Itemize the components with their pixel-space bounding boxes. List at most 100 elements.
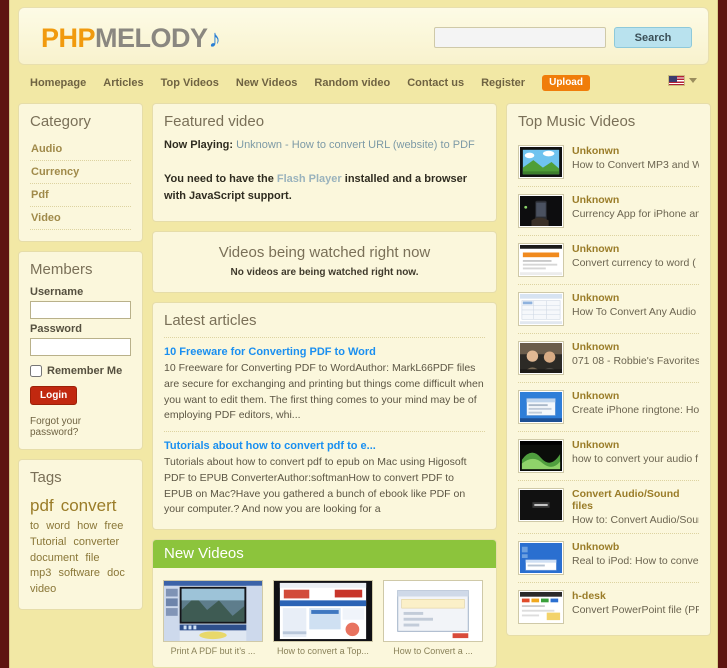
search-input[interactable] (434, 27, 606, 48)
sidebar-item-video[interactable]: Video (30, 207, 131, 229)
video-uploader-link[interactable]: Convert Audio/Sound files (572, 488, 699, 512)
video-thumbnail[interactable] (518, 590, 564, 624)
list-item[interactable]: Unknown 071 08 - Robbie's Favorites... (518, 334, 699, 383)
list-item[interactable]: Audio (30, 138, 131, 161)
list-item[interactable]: Unknowb Real to iPod: How to conver... (518, 534, 699, 583)
now-playing-row: Now Playing: Unknown - How to convert UR… (164, 138, 485, 154)
video-title-link[interactable]: 071 08 - Robbie's Favorites... (572, 355, 699, 367)
sidebar-item-currency[interactable]: Currency (30, 161, 131, 183)
tag-converter[interactable]: converter (73, 536, 119, 548)
video-title-link[interactable]: Convert currency to word ( ... (572, 257, 699, 269)
nav-item-contact-us[interactable]: Contact us (407, 77, 464, 89)
video-uploader-link[interactable]: Unknown (572, 439, 699, 451)
now-playing-video-link[interactable]: Unknown - How to convert URL (website) t… (236, 139, 475, 151)
video-card[interactable]: Print A PDF but it’s ... (163, 580, 263, 657)
video-uploader-link[interactable]: Unknown (572, 390, 699, 402)
video-uploader-link[interactable]: Unknown (572, 194, 699, 206)
video-uploader-link[interactable]: Unknown (572, 243, 699, 255)
nav-item-homepage[interactable]: Homepage (30, 77, 86, 89)
tag-free[interactable]: free (104, 520, 123, 532)
sidebar-item-pdf[interactable]: Pdf (30, 184, 131, 206)
video-thumbnail[interactable] (518, 390, 564, 424)
login-button[interactable]: Login (30, 386, 78, 405)
tag-mp3[interactable]: mp3 (30, 567, 51, 579)
video-meta: h-desk Convert PowerPoint file (PP (572, 590, 699, 616)
video-caption[interactable]: How to Convert a ... (383, 646, 483, 657)
sidebar-item-audio[interactable]: Audio (30, 138, 131, 160)
video-title-link[interactable]: How to: Convert Audio/Sound... (572, 514, 699, 526)
nav-item-articles[interactable]: Articles (103, 77, 143, 89)
tag-file[interactable]: file (85, 552, 99, 564)
nav-item-top-videos[interactable]: Top Videos (161, 77, 219, 89)
tag-how[interactable]: how (77, 520, 97, 532)
video-title-link[interactable]: How to Convert MP3 and WAV ... (572, 159, 699, 171)
tag-tutorial[interactable]: Tutorial (30, 536, 66, 548)
list-item[interactable]: Convert Audio/Sound files How to: Conver… (518, 481, 699, 534)
tag-software[interactable]: software (58, 567, 100, 579)
site-logo[interactable]: PHPMELODY♪ (41, 25, 221, 52)
list-item[interactable]: Unknown Currency App for iPhone and... (518, 187, 699, 236)
main-content: Featured video Now Playing: Unknown - Ho… (152, 103, 497, 668)
video-thumbnail[interactable] (518, 243, 564, 277)
remember-me-checkbox[interactable] (30, 365, 42, 377)
list-item[interactable]: h-desk Convert PowerPoint file (PP (518, 583, 699, 631)
video-thumbnail[interactable] (163, 580, 263, 643)
video-card[interactable]: How to Convert a ... (383, 580, 483, 657)
search-button[interactable]: Search (614, 27, 692, 48)
video-caption[interactable]: How to convert a Top... (273, 646, 373, 657)
list-item[interactable]: Unknown Convert currency to word ( ... (518, 236, 699, 285)
nav-item-register[interactable]: Register (481, 77, 525, 89)
video-uploader-link[interactable]: Unknown (572, 292, 699, 304)
remember-me-label[interactable]: Remember Me (47, 365, 122, 377)
colorful-doc-thumb (520, 592, 562, 622)
list-item[interactable]: Unkonwn How to Convert MP3 and WAV ... (518, 138, 699, 187)
tag-to[interactable]: to (30, 520, 39, 532)
list-item[interactable]: Video (30, 207, 131, 230)
language-selector[interactable] (668, 75, 697, 86)
remember-me-row[interactable]: Remember Me (30, 365, 131, 377)
username-input[interactable] (30, 301, 131, 319)
video-title-link[interactable]: Currency App for iPhone and... (572, 208, 699, 220)
list-item[interactable]: Unknown How To Convert Any Audio Fo... (518, 285, 699, 334)
video-thumbnail[interactable] (383, 580, 483, 643)
nav-item-new-videos[interactable]: New Videos (236, 77, 298, 89)
video-thumbnail[interactable] (518, 194, 564, 228)
video-meta: Unknown 071 08 - Robbie's Favorites... (572, 341, 699, 367)
list-item[interactable]: Unknown how to convert your audio f... (518, 432, 699, 481)
video-card[interactable]: How to convert a Top... (273, 580, 373, 657)
forgot-password-link[interactable]: Forgot your password? (30, 416, 131, 438)
video-thumbnail[interactable] (518, 541, 564, 575)
video-thumbnail[interactable] (518, 488, 564, 522)
tag-convert[interactable]: convert (61, 496, 117, 515)
flash-player-link[interactable]: Flash Player (277, 173, 342, 185)
upload-button[interactable]: Upload (542, 75, 590, 91)
tag-video[interactable]: video (30, 583, 56, 595)
tag-doc[interactable]: doc (107, 567, 125, 579)
video-uploader-link[interactable]: Unkonwn (572, 145, 699, 157)
article-title-link[interactable]: Tutorials about how to convert pdf to e.… (164, 440, 485, 452)
video-thumbnail[interactable] (518, 145, 564, 179)
video-title-link[interactable]: How To Convert Any Audio Fo... (572, 306, 699, 318)
video-uploader-link[interactable]: Unknowb (572, 541, 699, 553)
video-thumbnail[interactable] (518, 439, 564, 473)
list-item[interactable]: Currency (30, 161, 131, 184)
video-caption[interactable]: Print A PDF but it’s ... (163, 646, 263, 657)
video-thumbnail[interactable] (273, 580, 373, 643)
password-input[interactable] (30, 338, 131, 356)
nav-item-random-video[interactable]: Random video (314, 77, 390, 89)
video-thumbnail[interactable] (518, 341, 564, 375)
tag-pdf[interactable]: pdf (30, 496, 54, 515)
tag-word[interactable]: word (46, 520, 70, 532)
video-uploader-link[interactable]: h-desk (572, 590, 699, 602)
site-header: PHPMELODY♪ Search (18, 7, 709, 65)
list-item[interactable]: Unknown Create iPhone ringtone: How... (518, 383, 699, 432)
video-uploader-link[interactable]: Unknown (572, 341, 699, 353)
video-thumbnail[interactable] (518, 292, 564, 326)
list-item[interactable]: Pdf (30, 184, 131, 207)
article-title-link[interactable]: 10 Freeware for Converting PDF to Word (164, 346, 485, 358)
video-title-link[interactable]: Real to iPod: How to conver... (572, 555, 699, 567)
video-title-link[interactable]: how to convert your audio f... (572, 453, 699, 465)
video-title-link[interactable]: Create iPhone ringtone: How... (572, 404, 699, 416)
tag-document[interactable]: document (30, 552, 78, 564)
video-title-link[interactable]: Convert PowerPoint file (PP (572, 604, 699, 616)
